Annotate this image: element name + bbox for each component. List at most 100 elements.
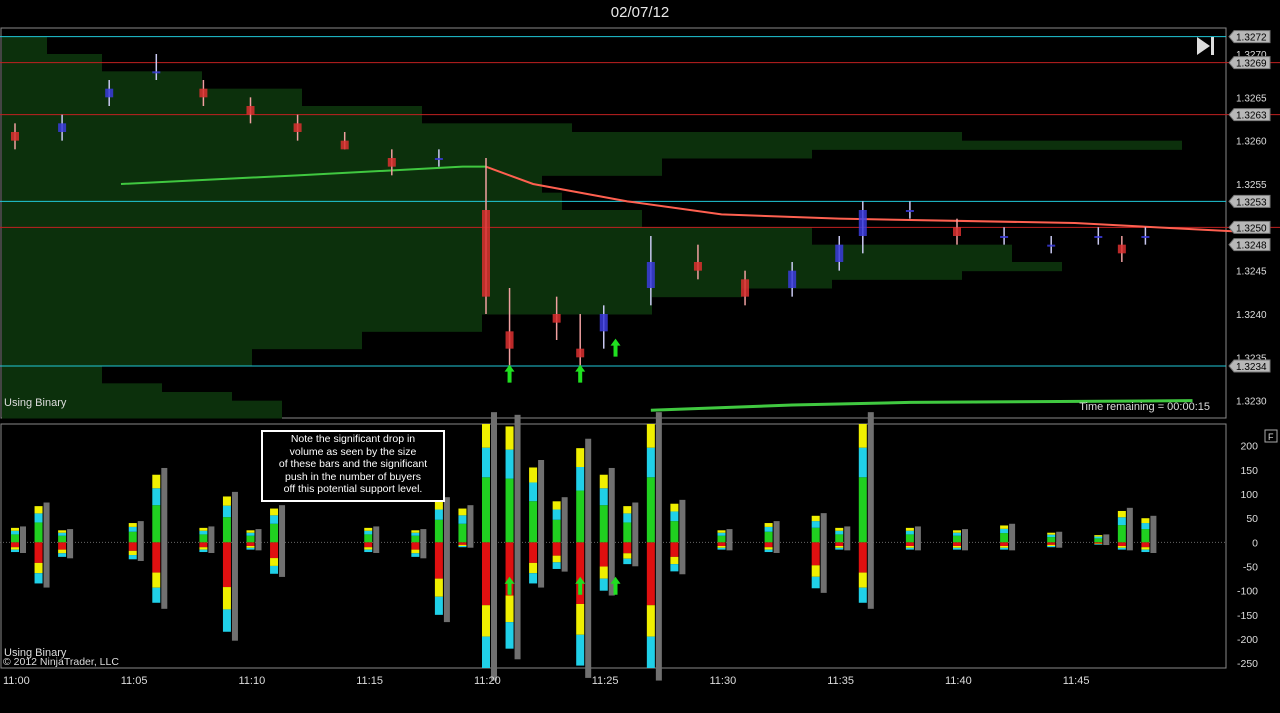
- volume-bar-segment: [1141, 549, 1150, 553]
- candle-body: [293, 123, 302, 132]
- volume-bar-segment: [599, 488, 608, 506]
- volume-bar-segment: [128, 555, 137, 560]
- volume-bar-segment: [1141, 518, 1150, 524]
- volume-bar-segment: [599, 505, 608, 543]
- volume-bar-segment: [246, 535, 255, 543]
- volume-bar-segment: [858, 542, 867, 573]
- candle-body: [953, 227, 961, 236]
- volume-panel: 200150100500-50-100-150-200-250Using Bin…: [0, 412, 1278, 681]
- volume-bar-segment: [1000, 546, 1009, 548]
- time-tick-label: 11:20: [474, 675, 501, 687]
- volume-tick-label: 50: [1246, 513, 1258, 525]
- volume-bar-segment: [953, 547, 961, 550]
- volume-bar-segment: [835, 542, 844, 546]
- volume-bar-segment: [505, 426, 514, 450]
- candle-body: [11, 132, 19, 141]
- time-tick-label: 11:40: [945, 675, 972, 687]
- volume-bar-segment: [1141, 523, 1150, 530]
- price-tag-label: 1.3269: [1236, 59, 1267, 70]
- price-tag: 1.3263: [1228, 108, 1271, 122]
- f-button: F: [1264, 429, 1278, 443]
- candle-body: [482, 210, 490, 297]
- volume-bar-segment: [505, 595, 514, 623]
- price-tag-label: 1.3263: [1236, 111, 1267, 122]
- volume-bar-segment: [905, 542, 914, 546]
- volume-bar-segment: [858, 424, 867, 448]
- f-button-label: F: [1268, 432, 1274, 442]
- volume-bar-segment: [646, 542, 655, 606]
- volume-profile-bar: [2, 288, 742, 298]
- volume-bar-segment: [953, 546, 961, 548]
- volume-tick-label: -50: [1243, 562, 1258, 574]
- volume-bar-total: [443, 497, 450, 623]
- candle-body: [693, 262, 702, 271]
- volume-bar-segment: [717, 546, 726, 548]
- volume-bar-segment: [670, 542, 679, 557]
- price-tag: 1.3272: [1228, 30, 1271, 44]
- volume-bar-segment: [646, 636, 655, 668]
- volume-bar-segment: [505, 449, 514, 479]
- volume-bar-total: [585, 438, 592, 678]
- volume-bar-segment: [482, 424, 490, 448]
- volume-bar-segment: [1047, 532, 1056, 535]
- volume-bar-segment: [646, 605, 655, 637]
- volume-bar-segment: [858, 572, 867, 588]
- volume-bar-total: [962, 529, 968, 551]
- volume-bar-segment: [552, 562, 561, 569]
- volume-bar-segment: [58, 549, 67, 554]
- volume-bar-segment: [858, 587, 867, 603]
- volume-bar-segment: [11, 547, 19, 550]
- volume-bar-segment: [128, 531, 137, 543]
- volume-bar-segment: [1047, 544, 1056, 546]
- skip-to-end-icon-triangle: [1197, 37, 1210, 55]
- support-arrow-icon: [504, 364, 515, 383]
- volume-bar-segment: [270, 523, 279, 543]
- candle-body: [152, 71, 161, 74]
- volume-bar-segment: [128, 550, 137, 556]
- volume-bar-segment: [34, 562, 43, 574]
- candle-body: [434, 158, 443, 160]
- volume-profile-bar: [2, 296, 652, 315]
- copyright-text: © 2012 NinjaTrader, LLC: [3, 656, 119, 668]
- volume-bar-total: [137, 521, 144, 561]
- volume-bar-segment: [764, 526, 773, 532]
- volume-profile-bar: [2, 36, 47, 55]
- volume-bar-segment: [199, 542, 208, 548]
- volume-bar-segment: [599, 566, 608, 579]
- volume-bar-segment: [411, 532, 420, 536]
- volume-profile-bar: [2, 140, 1182, 150]
- volume-bar-segment: [246, 542, 255, 546]
- volume-bar-segment: [646, 477, 655, 543]
- volume-bar-segment: [953, 532, 961, 536]
- time-tick-label: 11:45: [1063, 675, 1090, 687]
- volume-bar-segment: [764, 547, 773, 550]
- volume-bar-segment: [1000, 528, 1009, 534]
- volume-bar-total: [1103, 534, 1110, 546]
- volume-bar-segment: [646, 424, 655, 448]
- volume-bar-segment: [1000, 542, 1009, 546]
- volume-bar-segment: [623, 542, 632, 554]
- volume-bar-total: [1150, 515, 1157, 554]
- volume-bar-segment: [670, 556, 679, 565]
- volume-bar-segment: [458, 546, 467, 548]
- volume-bar-segment: [270, 542, 279, 559]
- volume-bar-total: [20, 526, 26, 554]
- volume-bar-segment: [552, 501, 561, 510]
- volume-bar-segment: [270, 508, 279, 516]
- volume-bar-total: [1056, 531, 1063, 548]
- volume-bar-segment: [905, 527, 914, 531]
- volume-bar-segment: [1094, 538, 1103, 543]
- volume-bar-segment: [246, 530, 255, 533]
- volume-bar-segment: [576, 603, 585, 635]
- volume-profile-bar: [2, 71, 202, 90]
- volume-profile-bar: [2, 123, 572, 133]
- price-tag-label: 1.3253: [1236, 197, 1267, 208]
- volume-profile-bar: [2, 132, 962, 142]
- volume-bar-segment: [1000, 547, 1009, 550]
- volume-bar-total: [67, 529, 74, 559]
- volume-bar-segment: [717, 535, 726, 543]
- volume-bar-segment: [1047, 546, 1056, 548]
- volume-bar-segment: [270, 565, 279, 574]
- volume-bar-segment: [128, 526, 137, 532]
- volume-bar-segment: [482, 605, 490, 637]
